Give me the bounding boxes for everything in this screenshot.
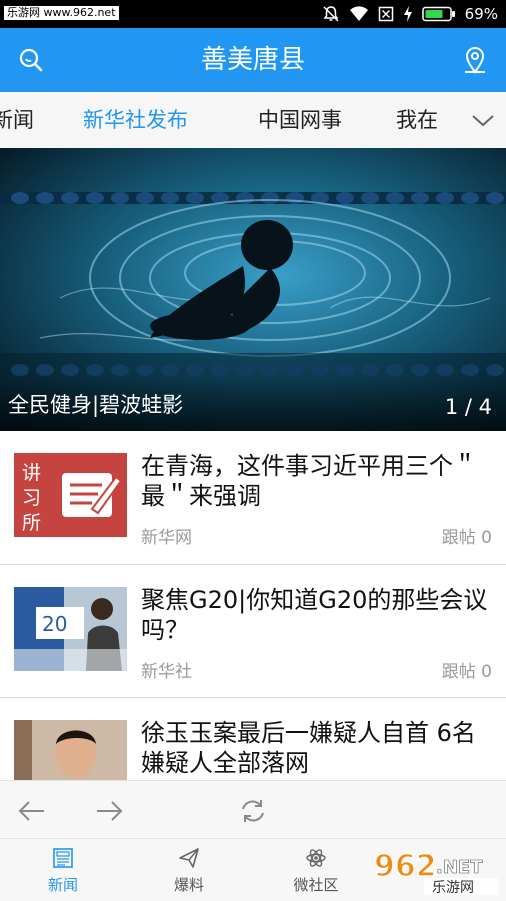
wifi-icon <box>349 6 368 22</box>
g20-sign-text: 20 <box>42 612 67 636</box>
battery-percent: 69% <box>464 5 498 23</box>
forward-arrow-icon[interactable] <box>93 795 125 827</box>
news-comment-count: 跟帖 0 <box>441 528 492 548</box>
tab-china-net-affairs[interactable]: 中国网事 <box>258 92 342 148</box>
news-item[interactable]: 讲 习 所 在青海，这件事习近平用三个＂最＂来强调 新华网 跟帖 0 <box>0 431 506 565</box>
location-pin-icon[interactable] <box>460 45 490 75</box>
news-source: 新华社 <box>141 662 192 682</box>
tab-news[interactable]: 新闻 <box>0 92 34 148</box>
news-comment-count: 跟帖 0 <box>441 662 492 682</box>
svg-text:乐游网: 乐游网 <box>432 880 474 896</box>
status-bar: 乐游网 www.962.net 69% <box>0 0 506 28</box>
browser-toolbar <box>0 780 506 839</box>
g20-meeting-photo: 20 <box>14 587 127 671</box>
newspaper-icon <box>53 848 73 868</box>
news-item[interactable]: 徐玉玉案最后一嫌疑人自首 6名嫌疑人全部落网 <box>0 698 506 780</box>
jiangxisuo-logo: 讲 习 所 <box>22 462 123 534</box>
watermark-label: 乐游网 www.962.net <box>4 6 119 20</box>
nav-news-label: 新闻 <box>47 876 78 894</box>
chevron-down-icon[interactable] <box>468 105 498 135</box>
no-sim-icon <box>378 6 393 22</box>
nav-report[interactable]: 爆料 <box>144 839 234 901</box>
svg-text:讲: 讲 <box>22 462 41 484</box>
app-title: 善美唐县 <box>200 45 305 75</box>
nav-news[interactable]: 新闻 <box>18 839 108 901</box>
svg-text:习: 习 <box>22 487 41 509</box>
atom-icon <box>306 849 326 867</box>
refresh-icon[interactable] <box>237 795 269 827</box>
hero-caption: 全民健身|碧波蛙影 <box>8 393 184 417</box>
paper-plane-icon <box>179 848 199 868</box>
nav-community[interactable]: 微社区 <box>271 839 361 901</box>
battery-icon <box>421 6 455 22</box>
nav-report-label: 爆料 <box>173 876 204 894</box>
news-item[interactable]: 20 聚焦G20|你知道G20的那些会议吗？ 新华社 跟帖 0 <box>0 565 506 698</box>
news-source: 新华网 <box>141 528 192 548</box>
status-icons: 69% <box>322 4 498 24</box>
news-headline: 徐玉玉案最后一嫌疑人自首 6名嫌疑人全部落网 <box>141 719 476 777</box>
nav-community-label: 微社区 <box>293 876 339 894</box>
news-headline: 在青海，这件事习近平用三个＂最＂来强调 <box>141 452 477 510</box>
news-thumbnail: 20 <box>14 587 127 671</box>
category-tabs: 新闻 新华社发布 中国网事 我在 <box>0 92 506 148</box>
news-headline: 聚焦G20|你知道G20的那些会议吗？ <box>141 586 488 644</box>
charging-icon <box>403 6 412 22</box>
watermark-962-logo: 962 .NET 乐游网 <box>373 848 498 896</box>
hero-carousel[interactable]: 全民健身|碧波蛙影 1 / 4 <box>0 148 506 431</box>
mute-icon <box>323 6 339 22</box>
news-thumbnail: 讲 习 所 <box>14 453 127 537</box>
tab-wozai[interactable]: 我在 <box>396 92 438 148</box>
app-bar: 善美唐县 <box>0 28 506 92</box>
suspect-photo <box>14 720 127 780</box>
svg-text:所: 所 <box>22 512 41 534</box>
back-arrow-icon[interactable] <box>16 795 48 827</box>
svg-text:.NET: .NET <box>436 857 483 878</box>
news-thumbnail <box>14 720 127 780</box>
hero-page-indicator: 1 / 4 <box>444 395 492 419</box>
tab-xinhua-release[interactable]: 新华社发布 <box>83 92 188 148</box>
